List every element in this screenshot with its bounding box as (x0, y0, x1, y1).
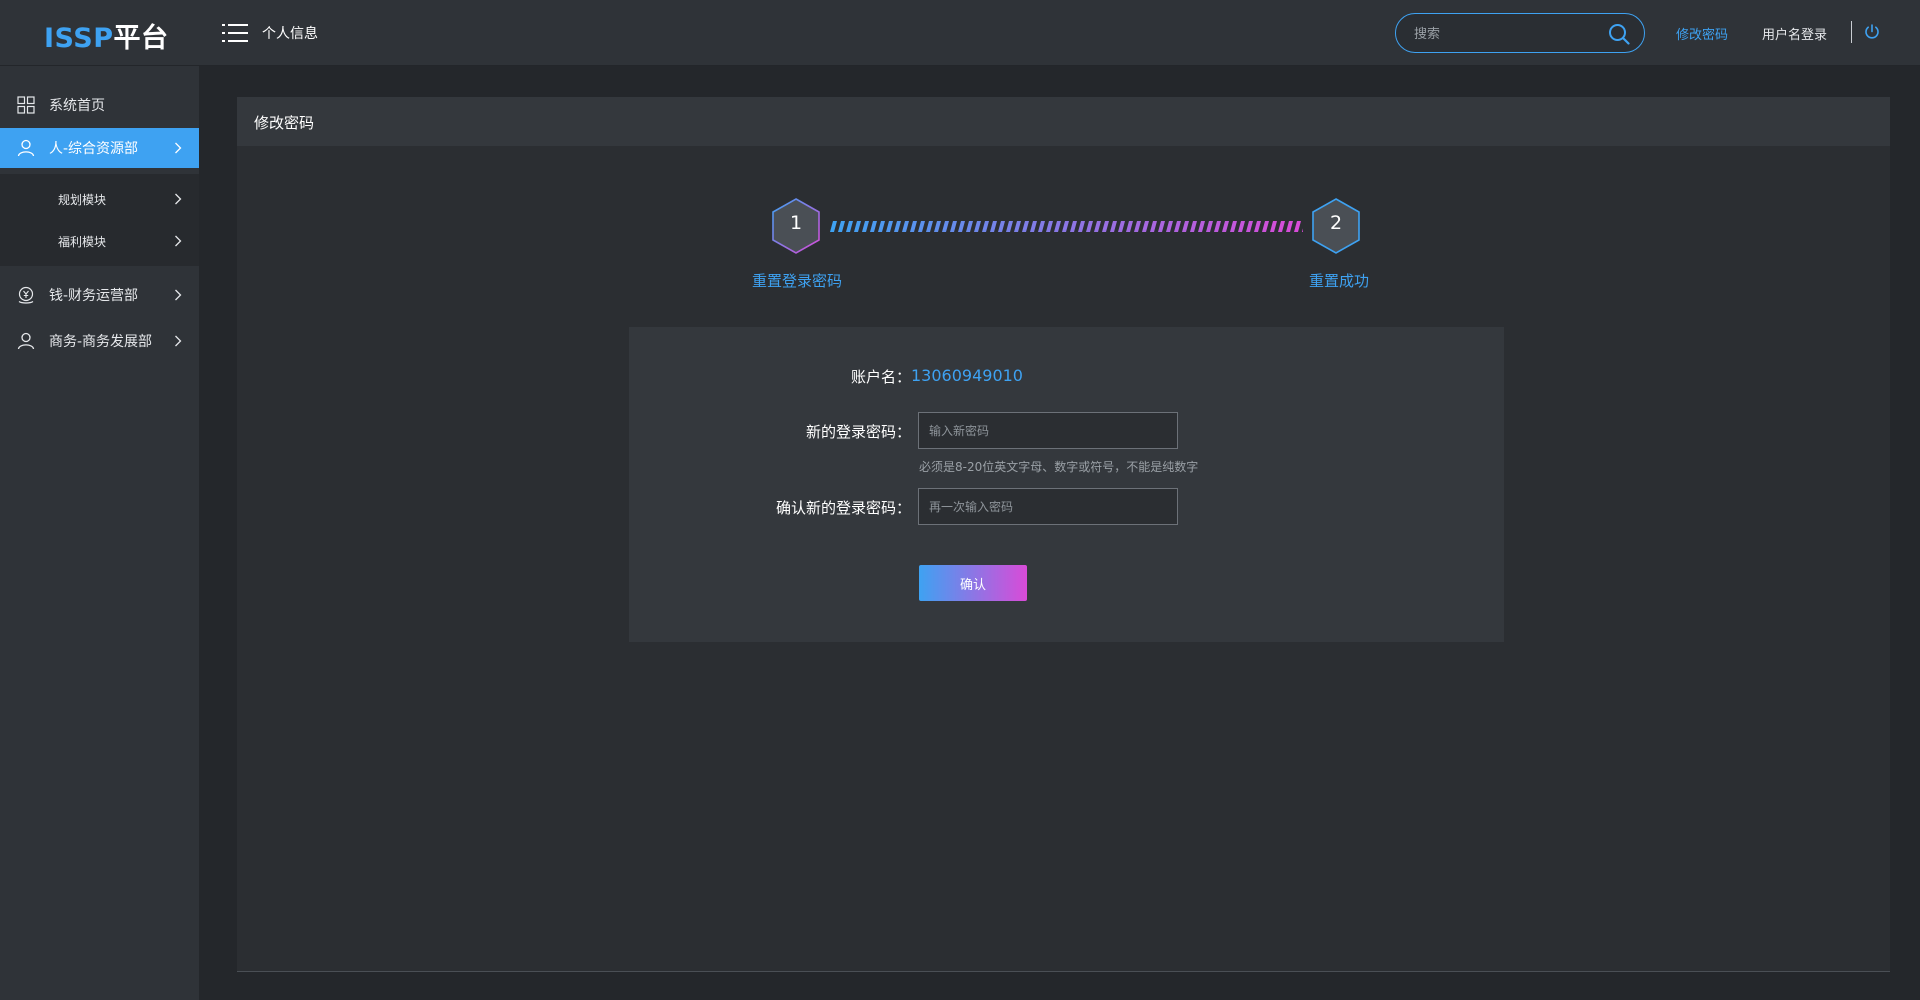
sidebar-item-label: 商务-商务发展部 (49, 334, 153, 350)
sidebar-subitem-welfare[interactable]: 福利模块 (0, 221, 199, 261)
logo-prefix: ISSP (44, 23, 114, 54)
step-1-number: 1 (789, 212, 803, 234)
account-value: 13060949010 (911, 366, 1023, 385)
subitem-label: 福利模块 (58, 235, 107, 249)
step-2-label: 重置成功 (1309, 272, 1370, 290)
breadcrumb-personal-info[interactable]: 个人信息 (262, 23, 318, 43)
money-icon (18, 286, 34, 304)
new-password-label: 新的登录密码： (805, 423, 911, 441)
sidebar-item-home[interactable]: 系统首页 (0, 85, 199, 125)
chevron-right-icon (175, 335, 182, 347)
logo-suffix: 平台 (113, 23, 169, 54)
menu-toggle-icon[interactable] (222, 22, 248, 44)
top-bar: ISSP平台 个人信息 修改密码 用户名登录 (0, 0, 1920, 66)
sidebar-item-hr[interactable]: 人-综合资源部 (0, 128, 199, 168)
step-progress-line (830, 221, 1303, 232)
chevron-right-icon (175, 235, 182, 247)
search-icon[interactable] (1608, 23, 1630, 45)
chevron-right-icon (175, 289, 182, 301)
app-logo[interactable]: ISSP平台 (44, 16, 169, 55)
search-box (1395, 13, 1645, 53)
confirm-button[interactable]: 确认 (919, 565, 1027, 601)
username-login-link[interactable]: 用户名登录 (1762, 24, 1827, 43)
search-input[interactable] (1414, 23, 1604, 45)
hr-submenu: 规划模块 福利模块 (0, 174, 199, 266)
step-1-label: 重置登录密码 (752, 272, 843, 290)
password-hint: 必须是8-20位英文字母、数字或符号，不能是纯数字 (919, 460, 1199, 474)
sidebar-subitem-planning[interactable]: 规划模块 (0, 179, 199, 219)
panel-header: 修改密码 (237, 97, 1890, 146)
header-divider (1851, 21, 1852, 43)
page-title: 修改密码 (254, 114, 315, 132)
chevron-right-icon (175, 193, 182, 205)
sidebar-item-business[interactable]: 商务-商务发展部 (0, 321, 199, 361)
subitem-label: 规划模块 (58, 193, 107, 207)
sidebar-item-finance[interactable]: 钱-财务运营部 (0, 275, 199, 315)
sidebar-item-label: 人-综合资源部 (49, 141, 139, 157)
sidebar-item-label: 钱-财务运营部 (49, 288, 139, 304)
user-icon (17, 139, 35, 157)
user-icon (17, 332, 35, 350)
power-icon[interactable] (1863, 23, 1881, 41)
confirm-password-field[interactable] (918, 488, 1178, 525)
account-label: 账户名： (850, 368, 911, 386)
sidebar: 系统首页 人-综合资源部 规划模块 福利模块 钱-财务运营部 商务-商务发展部 (0, 66, 199, 1000)
grid-icon (17, 96, 35, 114)
chevron-right-icon (175, 142, 182, 154)
new-password-field[interactable] (918, 412, 1178, 449)
change-password-link[interactable]: 修改密码 (1676, 24, 1728, 43)
confirm-password-label: 确认新的登录密码： (775, 499, 911, 517)
sidebar-item-label: 系统首页 (49, 98, 105, 114)
step-2-number: 2 (1329, 212, 1343, 234)
